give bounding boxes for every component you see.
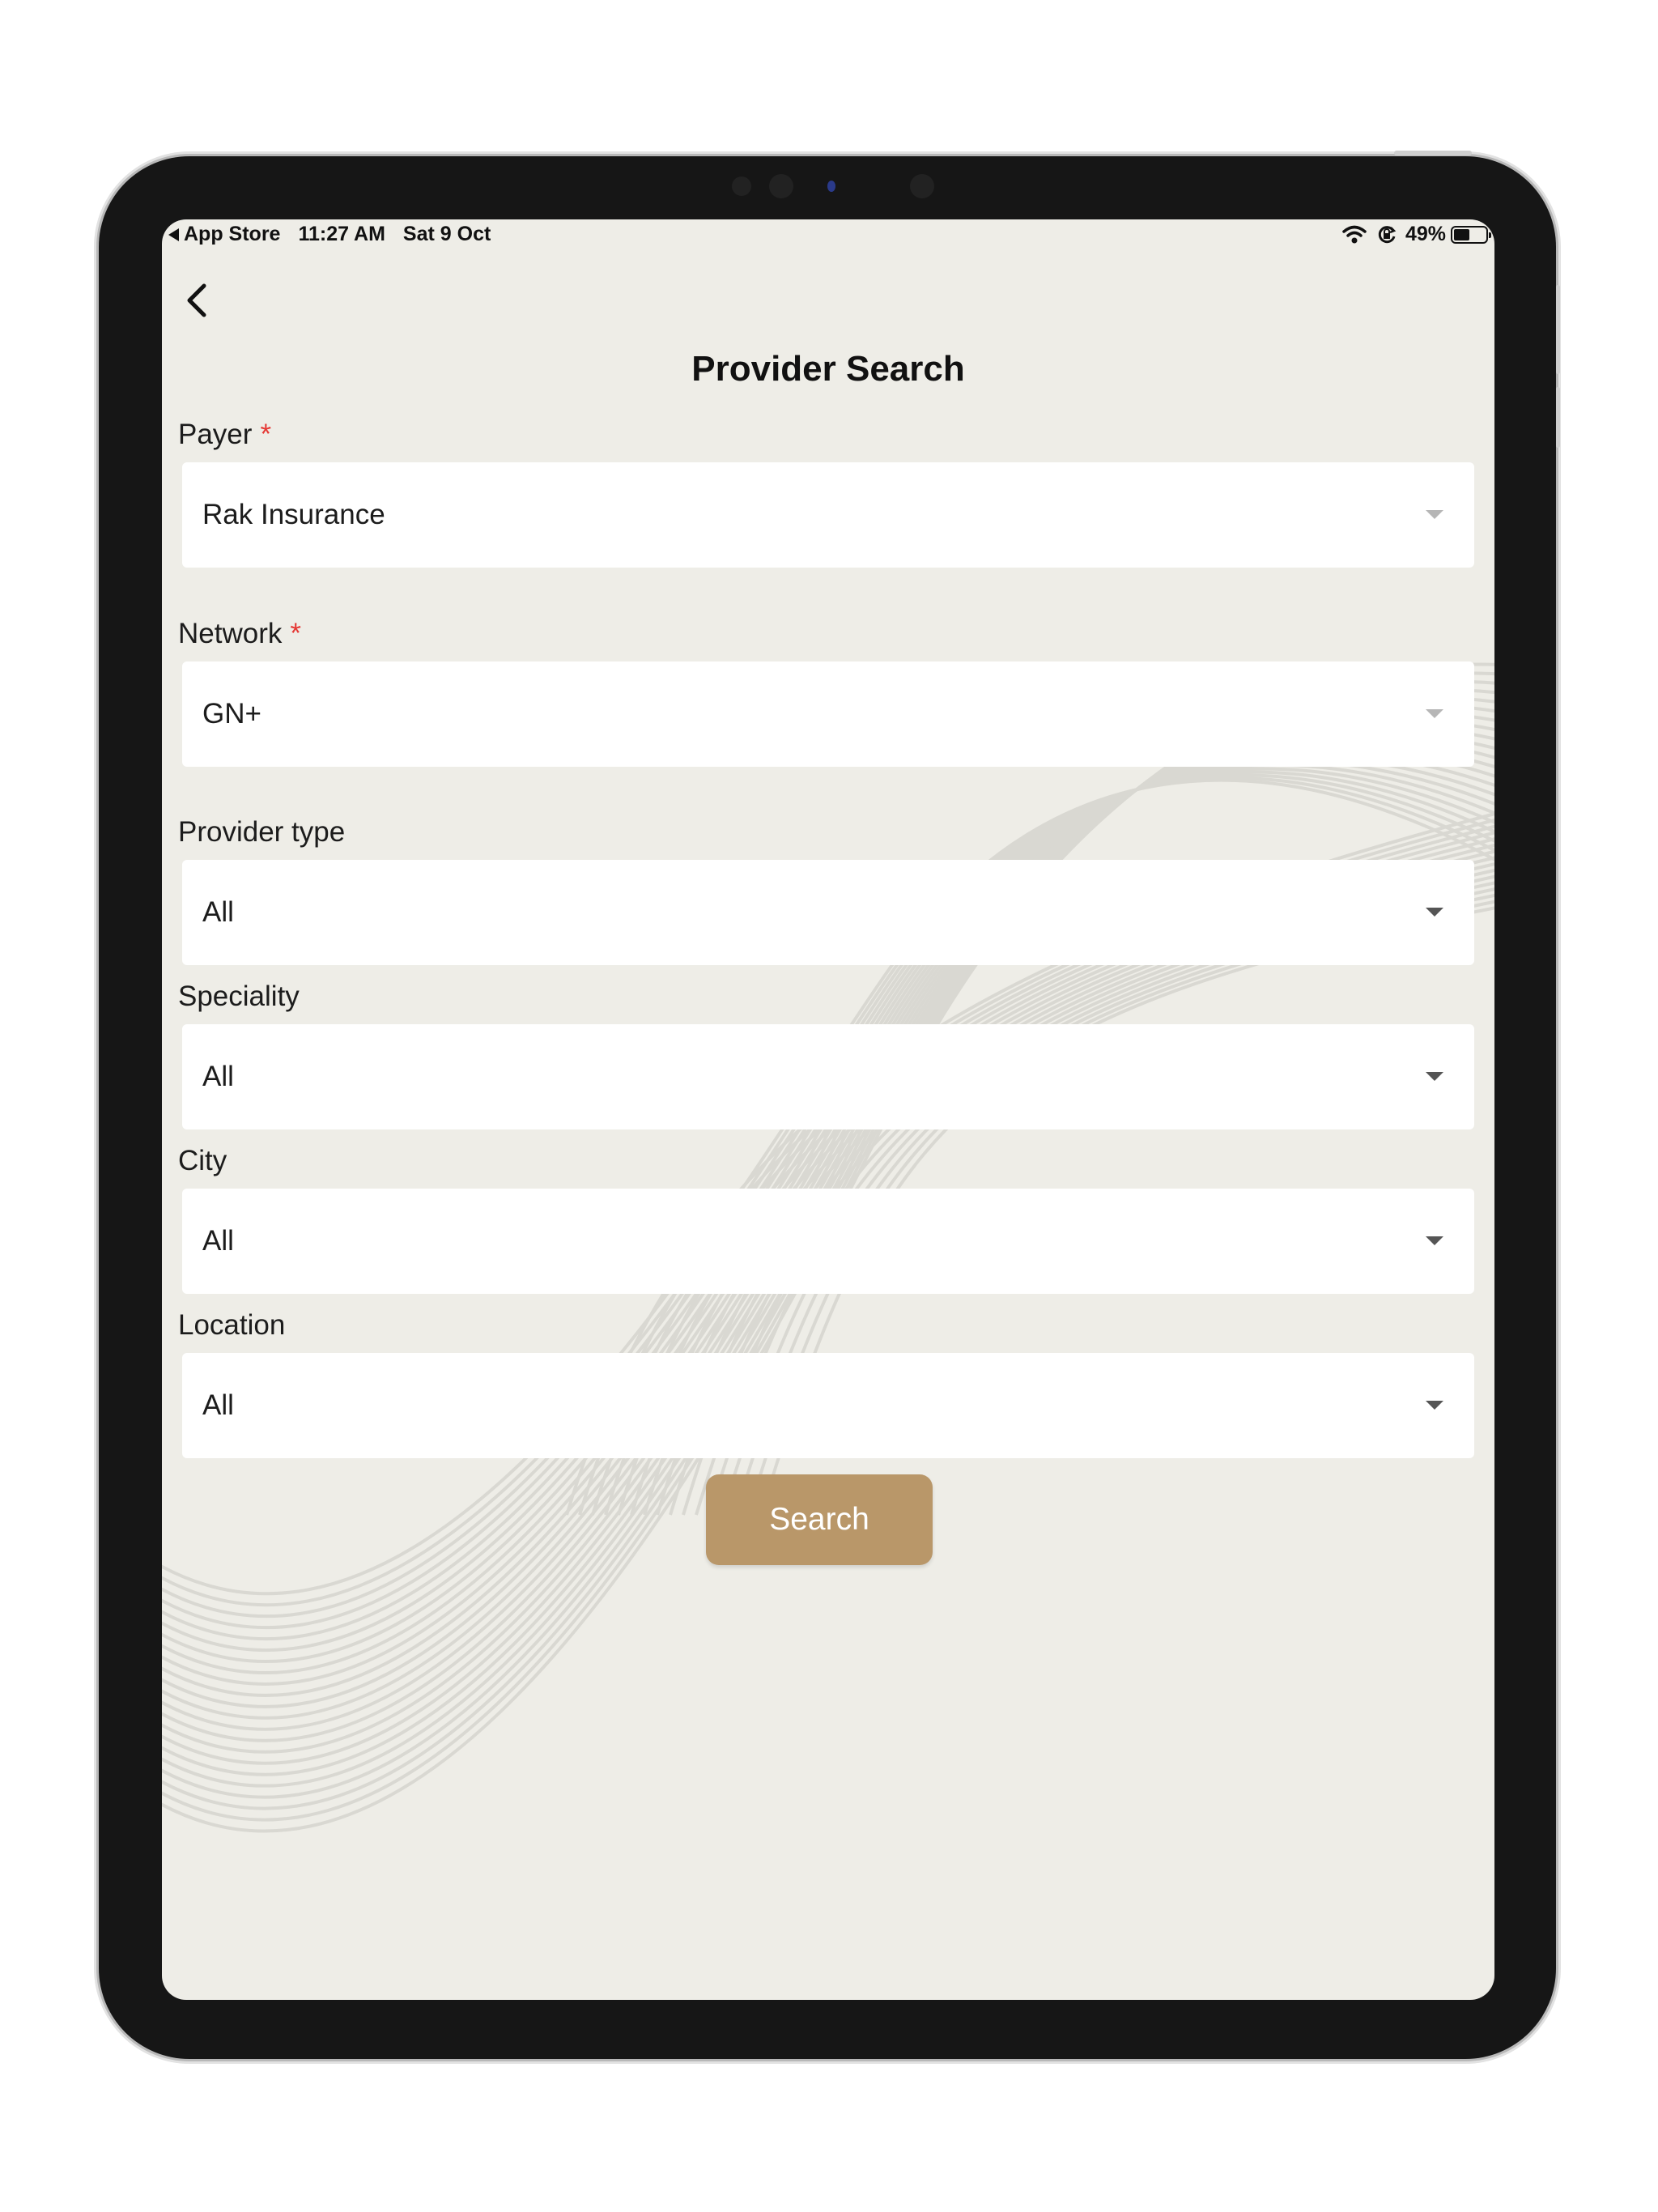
battery-level — [1454, 228, 1469, 240]
payer-value: Rak Insurance — [202, 499, 385, 530]
network-dropdown[interactable]: GN+ — [182, 661, 1474, 767]
app-screen: App Store 11:27 AM Sat 9 Oct 49% Provide… — [162, 219, 1494, 2000]
wifi-icon — [1342, 225, 1367, 243]
chevron-left-icon — [187, 283, 206, 317]
caret-down-icon — [1426, 1072, 1443, 1081]
status-bar: App Store 11:27 AM Sat 9 Oct 49% — [162, 219, 1494, 253]
back-to-app-label[interactable]: App Store — [184, 223, 280, 246]
sensor-icon — [732, 177, 751, 196]
search-button[interactable]: Search — [706, 1474, 933, 1565]
sensor-icon — [769, 174, 793, 198]
status-date: Sat 9 Oct — [402, 223, 491, 245]
network-value: GN+ — [202, 698, 261, 730]
front-camera-icon — [827, 181, 835, 192]
orientation-lock-icon — [1378, 225, 1397, 243]
volume-up-button — [1556, 285, 1560, 374]
caret-down-icon — [1426, 510, 1443, 519]
sensor-icon — [910, 174, 934, 198]
required-asterisk: * — [260, 419, 272, 450]
caret-down-icon — [1426, 1236, 1443, 1245]
payer-label: Payer * — [178, 419, 271, 451]
battery-percentage: 49% — [1405, 223, 1446, 245]
required-asterisk: * — [290, 618, 301, 649]
volume-down-button — [1556, 387, 1560, 448]
location-value: All — [202, 1389, 234, 1421]
payer-label-text: Payer — [178, 419, 253, 450]
speciality-dropdown[interactable]: All — [182, 1024, 1474, 1129]
provider-type-label: Provider type — [178, 816, 346, 848]
page-title: Provider Search — [691, 349, 965, 389]
status-time: 11:27 AM — [298, 223, 385, 245]
caret-down-icon — [1426, 709, 1443, 718]
power-button — [1394, 151, 1472, 155]
back-button[interactable] — [178, 276, 219, 325]
location-dropdown[interactable]: All — [182, 1353, 1474, 1458]
provider-type-dropdown[interactable]: All — [182, 860, 1474, 965]
back-arrow-icon[interactable] — [168, 228, 179, 241]
city-label: City — [178, 1145, 227, 1176]
battery-icon — [1451, 225, 1491, 244]
caret-down-icon — [1426, 1401, 1443, 1410]
provider-type-value: All — [202, 896, 234, 928]
network-label: Network * — [178, 618, 301, 650]
payer-dropdown[interactable]: Rak Insurance — [182, 462, 1474, 568]
caret-down-icon — [1426, 908, 1443, 917]
city-value: All — [202, 1225, 234, 1257]
network-label-text: Network — [178, 618, 283, 649]
speciality-value: All — [202, 1061, 234, 1092]
location-label: Location — [178, 1309, 286, 1341]
speciality-label: Speciality — [178, 981, 300, 1012]
city-dropdown[interactable]: All — [182, 1189, 1474, 1294]
